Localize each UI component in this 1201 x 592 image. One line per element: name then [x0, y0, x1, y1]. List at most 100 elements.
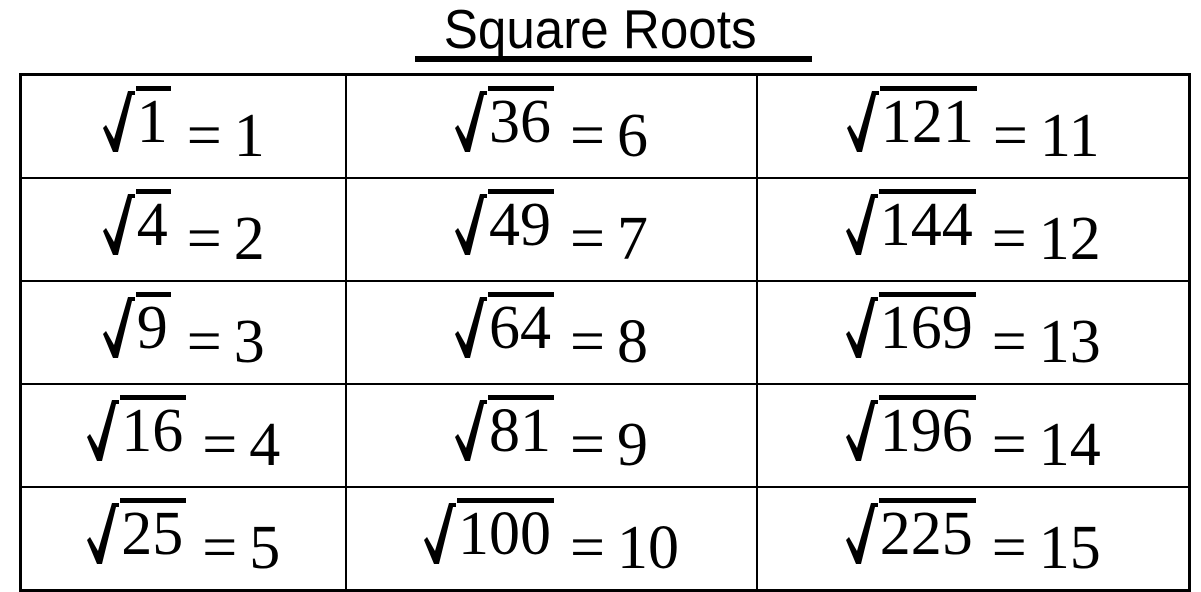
result-value: 4 — [249, 411, 281, 479]
radical-sign-icon — [845, 189, 879, 259]
radical-group: 81 — [454, 395, 555, 465]
table-cell: 64 = 8 — [344, 280, 758, 385]
radical-sign-icon — [454, 86, 488, 156]
result-value: 9 — [616, 411, 648, 479]
square-root-expression: 25 = 5 — [86, 498, 280, 579]
equals-sign: = — [991, 308, 1027, 376]
result-value: 11 — [1039, 102, 1100, 170]
radicand-value: 36 — [488, 86, 555, 156]
page-title-underline — [415, 56, 812, 62]
radicand-value: 9 — [135, 292, 171, 362]
equals-sign: = — [186, 205, 222, 273]
table-cell: 196 = 14 — [755, 383, 1191, 488]
radical-group: 49 — [454, 189, 555, 259]
radical-sign-icon — [845, 498, 879, 568]
result-value: 10 — [616, 514, 679, 582]
table-row: 4 = 2 49 = 7 144 = 12 — [19, 177, 1191, 282]
radical-group: 169 — [845, 292, 976, 362]
table-cell: 4 = 2 — [19, 177, 347, 282]
radicand-value: 81 — [488, 395, 555, 465]
table-cell: 169 = 13 — [755, 280, 1191, 385]
radicand-value: 169 — [878, 292, 976, 362]
radicand-value: 16 — [120, 395, 187, 465]
radical-group: 1 — [102, 86, 171, 156]
equals-sign: = — [202, 514, 238, 582]
radical-sign-icon — [102, 189, 136, 259]
table-cell: 100 = 10 — [344, 486, 758, 592]
square-root-expression: 169 = 13 — [845, 292, 1101, 373]
equals-sign: = — [570, 514, 605, 582]
square-root-expression: 121 = 11 — [846, 86, 1100, 167]
table-cell: 1 = 1 — [19, 73, 347, 179]
square-root-expression: 49 = 7 — [454, 189, 648, 270]
table-row: 1 = 1 36 = 6 121 = 11 — [19, 73, 1191, 179]
radical-sign-icon — [454, 395, 488, 465]
square-root-expression: 16 = 4 — [86, 395, 280, 476]
square-root-expression: 4 = 2 — [102, 189, 265, 270]
radical-sign-icon — [845, 395, 879, 465]
square-root-expression: 64 = 8 — [454, 292, 648, 373]
radical-group: 144 — [845, 189, 976, 259]
equals-sign: = — [570, 308, 605, 376]
equals-sign: = — [186, 102, 222, 170]
radicand-value: 4 — [135, 189, 171, 259]
equals-sign: = — [570, 411, 605, 479]
table-cell: 9 = 3 — [19, 280, 347, 385]
radical-sign-icon — [454, 292, 488, 362]
radical-group: 196 — [845, 395, 976, 465]
radicand-value: 100 — [457, 498, 555, 568]
radical-group: 100 — [423, 498, 555, 568]
equals-sign: = — [186, 308, 222, 376]
radical-sign-icon — [845, 292, 879, 362]
table-row: 16 = 4 81 = 9 196 = 14 — [19, 383, 1191, 488]
radical-sign-icon — [102, 292, 136, 362]
radical-group: 16 — [86, 395, 187, 465]
result-value: 12 — [1038, 205, 1101, 273]
radicand-value: 225 — [878, 498, 976, 568]
square-root-expression: 225 = 15 — [845, 498, 1101, 579]
equals-sign: = — [991, 514, 1027, 582]
square-root-expression: 144 = 12 — [845, 189, 1101, 270]
radicand-value: 49 — [488, 189, 555, 259]
radical-sign-icon — [102, 86, 136, 156]
radical-group: 64 — [454, 292, 555, 362]
result-value: 1 — [233, 102, 265, 170]
radical-sign-icon — [423, 498, 457, 568]
square-root-expression: 1 = 1 — [102, 86, 265, 167]
radicand-value: 64 — [488, 292, 555, 362]
radicand-value: 196 — [878, 395, 976, 465]
radical-sign-icon — [86, 498, 120, 568]
result-value: 13 — [1038, 308, 1101, 376]
table-cell: 25 = 5 — [19, 486, 347, 592]
radical-group: 225 — [845, 498, 976, 568]
square-root-expression: 36 = 6 — [454, 86, 648, 167]
square-root-expression: 81 = 9 — [454, 395, 648, 476]
result-value: 8 — [616, 308, 648, 376]
result-value: 14 — [1038, 411, 1101, 479]
result-value: 7 — [616, 205, 648, 273]
table-cell: 81 = 9 — [344, 383, 758, 488]
radical-sign-icon — [454, 189, 488, 259]
equals-sign: = — [202, 411, 238, 479]
square-roots-reference-sheet: Square Roots 1 = 1 36 = 6 121 = 11 4 = 2… — [0, 0, 1201, 592]
result-value: 2 — [233, 205, 265, 273]
radical-sign-icon — [846, 86, 880, 156]
equals-sign: = — [991, 205, 1027, 273]
table-cell: 16 = 4 — [19, 383, 347, 488]
radical-group: 36 — [454, 86, 555, 156]
radicand-value: 144 — [878, 189, 976, 259]
square-roots-table: 1 = 1 36 = 6 121 = 11 4 = 2 49 = 7 144 =… — [19, 73, 1191, 592]
equals-sign: = — [991, 411, 1027, 479]
square-root-expression: 9 = 3 — [102, 292, 265, 373]
equals-sign: = — [992, 102, 1028, 170]
table-cell: 49 = 7 — [344, 177, 758, 282]
radical-group: 121 — [846, 86, 977, 156]
radicand-value: 25 — [120, 498, 187, 568]
result-value: 6 — [616, 102, 648, 170]
radical-group: 9 — [102, 292, 171, 362]
square-root-expression: 196 = 14 — [845, 395, 1101, 476]
result-value: 5 — [249, 514, 281, 582]
table-cell: 121 = 11 — [755, 73, 1191, 179]
table-row: 9 = 3 64 = 8 169 = 13 — [19, 280, 1191, 385]
equals-sign: = — [570, 205, 605, 273]
